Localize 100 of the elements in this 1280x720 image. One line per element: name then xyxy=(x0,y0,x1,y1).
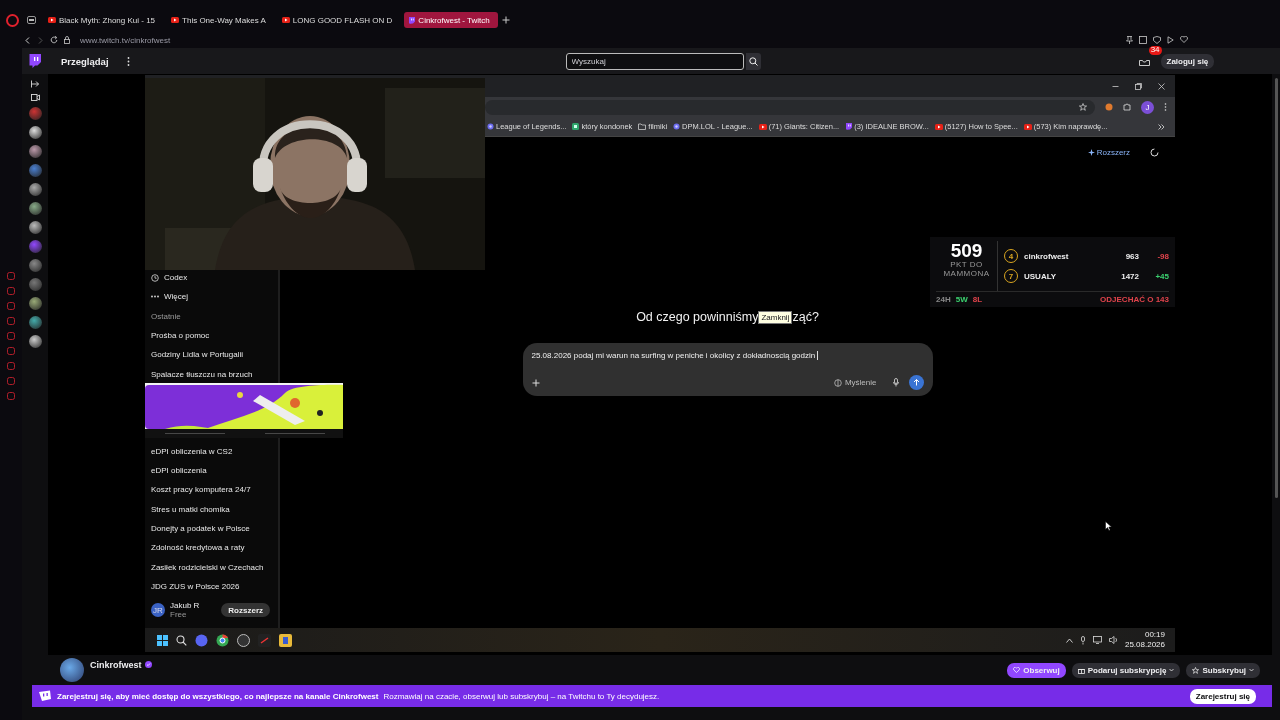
channel-avatar[interactable] xyxy=(28,335,42,348)
reload-icon[interactable] xyxy=(50,36,58,44)
app-icon xyxy=(572,123,580,130)
chevron-icon[interactable] xyxy=(1158,123,1165,130)
menu-icon[interactable] xyxy=(1164,103,1167,111)
play-icon[interactable] xyxy=(1167,36,1174,44)
chat-item[interactable]: eDPI obliczenia w CS2 xyxy=(151,441,278,461)
login-button[interactable]: Zaloguj się xyxy=(1160,53,1215,69)
microphone-icon[interactable] xyxy=(892,378,899,387)
nav-item[interactable]: Codex xyxy=(151,268,278,288)
channel-name[interactable]: Cinkrofwest xyxy=(90,660,142,670)
chat-app-icon[interactable] xyxy=(195,633,208,647)
address-bar[interactable]: www.twitch.tv/cinkrofwest xyxy=(80,35,171,45)
losses-count: 8L xyxy=(972,295,983,304)
globe-icon xyxy=(833,378,842,387)
camera-icon[interactable] xyxy=(30,94,40,101)
more-icon[interactable] xyxy=(126,56,130,66)
windows-icon[interactable] xyxy=(157,634,168,646)
search-button[interactable] xyxy=(745,52,761,70)
search-icon[interactable] xyxy=(176,634,187,646)
profile-avatar[interactable]: J xyxy=(1141,100,1154,114)
section-heading: Ostatnie xyxy=(151,310,182,323)
follow-button[interactable]: Obserwuj xyxy=(1007,662,1066,678)
expand-icon[interactable] xyxy=(30,80,40,88)
channel-avatar[interactable] xyxy=(28,259,42,272)
channel-avatar[interactable] xyxy=(60,658,84,682)
snapshot-icon[interactable] xyxy=(1139,36,1147,44)
caret-icon xyxy=(1249,668,1254,672)
prompt-field[interactable]: 25.08.2026 podaj mi warun na surfing w peniche i okolicy z dokładnoscią godzin Myślenie xyxy=(522,343,933,396)
caret-icon xyxy=(1169,668,1175,672)
chat-item[interactable]: Koszt pracy komputera 24/7 xyxy=(151,480,278,500)
nav-label: Więcej xyxy=(164,292,188,302)
search-field[interactable]: Wyszukaj xyxy=(565,52,744,70)
user-avatar[interactable]: JR xyxy=(151,603,165,617)
thinking-button[interactable]: Myślenie xyxy=(827,377,883,388)
more-icon xyxy=(151,295,159,299)
chat-item[interactable]: Zdolność kredytowa a raty xyxy=(151,538,278,558)
chat-item[interactable]: Zasiłek rodzicielski w Czechach xyxy=(151,557,278,577)
send-button[interactable] xyxy=(908,375,924,390)
star-icon[interactable] xyxy=(1079,103,1087,111)
chat-item[interactable]: Donejty a podatek w Polsce xyxy=(151,518,278,539)
microphone-icon[interactable] xyxy=(1079,635,1086,645)
browser-tab[interactable]: LONG GOOD FLASH ON D xyxy=(277,12,401,28)
twitch-logo[interactable] xyxy=(28,54,41,68)
chat-item[interactable]: Stres u matki chomika xyxy=(151,499,278,519)
tabs-icon[interactable] xyxy=(27,16,36,24)
play-icon xyxy=(171,17,180,23)
chat-item[interactable]: JDG ZUS w Polsce 2026 xyxy=(151,576,278,597)
cursor-icon xyxy=(1105,521,1112,531)
channel-avatar[interactable] xyxy=(28,202,42,215)
channel-avatar[interactable] xyxy=(28,297,42,310)
page-icon xyxy=(487,123,494,130)
gift-sub-button[interactable]: Podaruj subskrypcję xyxy=(1071,662,1181,678)
user-name: Jakub R xyxy=(170,600,200,610)
plus-icon[interactable] xyxy=(531,378,540,387)
new-tab-icon[interactable] xyxy=(501,16,510,24)
clock-date: 25.08.2026 xyxy=(1124,640,1165,650)
tooltip: Zamknij xyxy=(758,310,793,324)
app-icon[interactable] xyxy=(279,633,292,647)
chevron-up-icon[interactable] xyxy=(1065,637,1073,643)
app-icon[interactable] xyxy=(258,633,271,647)
browser-tab[interactable]: This One-Way Makes A xyxy=(167,12,274,28)
pin-icon[interactable] xyxy=(1126,36,1133,44)
play-icon xyxy=(758,123,767,130)
browser-logo[interactable] xyxy=(6,13,19,27)
channel-avatar[interactable] xyxy=(28,145,42,158)
upgrade-link[interactable]: Rozszerz xyxy=(1081,146,1136,158)
nav-item[interactable]: Więcej xyxy=(151,287,278,307)
browser-tab[interactable]: Black Myth: Zhong Kui - 15 xyxy=(44,12,164,28)
refresh-icon[interactable] xyxy=(1150,147,1159,157)
chat-item[interactable]: Spalacze tłuszczu na brzuch xyxy=(151,364,278,384)
upgrade-button[interactable]: Rozszerz xyxy=(221,603,270,617)
signup-button[interactable]: Zarejestruj się xyxy=(1189,688,1256,704)
channel-avatar[interactable] xyxy=(28,126,42,139)
channel-avatar[interactable] xyxy=(28,316,42,329)
subscribe-button[interactable]: Subskrybuj xyxy=(1186,662,1260,678)
play-icon xyxy=(934,123,943,130)
page-icon xyxy=(673,123,681,130)
heart-icon xyxy=(1013,667,1021,673)
restore-icon[interactable] xyxy=(1135,82,1142,90)
close-icon[interactable] xyxy=(1158,82,1165,90)
chrome-icon[interactable] xyxy=(216,633,229,647)
lock-icon xyxy=(64,36,70,44)
scrollbar[interactable] xyxy=(1274,78,1278,498)
speaker-icon[interactable] xyxy=(1108,636,1118,644)
channel-avatar[interactable] xyxy=(28,183,42,196)
shield-icon[interactable] xyxy=(1153,36,1161,44)
extension-icon[interactable] xyxy=(1105,103,1113,111)
chat-item[interactable]: Godziny Lidla w Portugalii xyxy=(151,345,278,365)
user-plan: Free xyxy=(170,610,188,620)
monitor-icon[interactable] xyxy=(1092,636,1102,644)
browser-tab[interactable]: Cinkrofwest - Twitch xyxy=(404,12,498,28)
heart-icon[interactable] xyxy=(1180,36,1188,43)
back-icon[interactable] xyxy=(24,36,31,44)
chat-item[interactable]: eDPI obliczenia xyxy=(151,460,278,481)
chat-bubble-icon xyxy=(408,16,416,24)
browse-link[interactable]: Przeglądaj xyxy=(55,54,115,68)
play-icon xyxy=(281,17,290,23)
chat-item[interactable]: Prośba o pomoc xyxy=(151,325,278,346)
channel-avatar[interactable] xyxy=(28,221,42,234)
